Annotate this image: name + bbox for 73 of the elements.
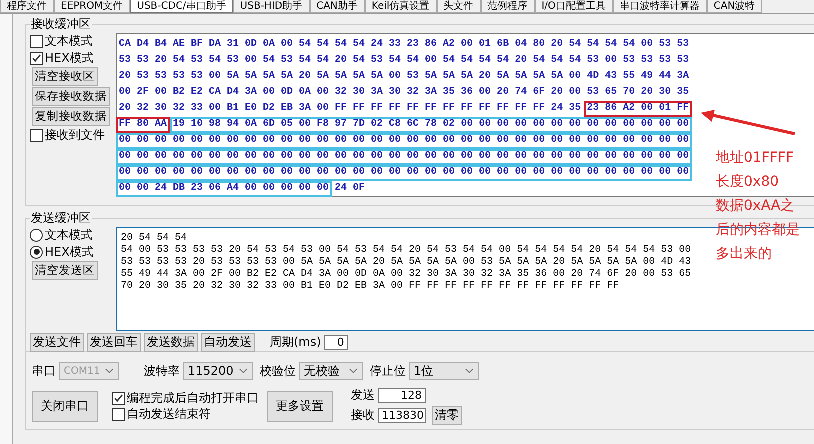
- button[interactable]: 清零: [432, 406, 462, 425]
- radio-button[interactable]: HEX模式: [30, 244, 94, 260]
- hex-data: 23 86 A2 00 01 FF: [584, 101, 692, 117]
- label: 波特率: [144, 362, 180, 380]
- label: 校验位: [260, 362, 296, 380]
- annotation-text: 多出来的: [716, 245, 773, 264]
- label: 发送: [351, 387, 375, 404]
- label: 接收: [351, 407, 375, 424]
- hex-data: FF 80 AA: [116, 117, 170, 133]
- annotation-text: 数据0xAA之: [716, 197, 796, 216]
- button[interactable]: 发送数据: [144, 333, 198, 352]
- button[interactable]: 清空发送区: [32, 261, 98, 280]
- label: 串口: [32, 362, 56, 380]
- check-icon: [113, 392, 124, 404]
- hex-data: 20 53 53 53 53 00 5A 5A 5A 5A 20 5A 5A 5A 5A 00 53 5A 5A 5A 20 5A 5A 5A 5A 00 4D 43 55 49 44 3A: [118, 70, 690, 84]
- button[interactable]: 更多设置: [267, 390, 333, 422]
- hex-data: 00 00 00 00 00 00 00 00 00 00 00 00 00 00 00 00 00 00 00 00 00 00 00 00 00 00 00 00 00 00 00 00: [116, 165, 692, 181]
- checkbox[interactable]: 自动发送结束符: [112, 406, 259, 422]
- checkbox[interactable]: HEX模式: [30, 50, 94, 66]
- radio-button[interactable]: 文本模式: [30, 227, 93, 243]
- annotation-text: 地址01FFFF: [716, 149, 796, 168]
- hex-data: 20 32 30 32 33 00 B1 E0 D2 EB 3A 00 FF FF FF FF FF FF FF FF FF FF FF FF 24 35: [118, 102, 582, 116]
- checkbox[interactable]: 文本模式: [30, 33, 93, 49]
- receive-area[interactable]: [116, 33, 814, 197]
- hex-data: 24 0F: [334, 182, 366, 196]
- tab[interactable]: CAN助手: [310, 0, 365, 13]
- input-field[interactable]: 0: [324, 335, 348, 350]
- tab[interactable]: I/O口配置工具: [534, 0, 613, 13]
- button[interactable]: 保存接收数据: [32, 87, 110, 106]
- hex-data: 53 53 53 53 20 53 53 53 53 00 5A 5A 5A 5A 20 5A 5A 5A 5A 00 53 5A 5A 5A 20 5A 5A 5A 5A 00 4D 43: [121, 257, 692, 269]
- hex-data: 20 54 54 54: [121, 233, 188, 245]
- hex-data: 55 49 44 3A 00 2F 00 B2 E2 CA D4 3A 00 0D 0A 00 32 30 3A 30 32 3A 35 36 00 20 74 6F 20 00 53 65: [121, 269, 692, 281]
- hex-data: 00 00 00 00 00 00 00 00 00 00 00 00 00 00 00 00 00 00 00 00 00 00 00 00 00 00 00 00 00 00 00 00: [116, 149, 692, 165]
- tab[interactable]: EEPROM文件: [54, 0, 130, 13]
- hex-data: 53 53 20 54 53 54 53 00 54 53 54 54 20 54 53 54 54 00 54 54 54 54 20 54 54 54 53 00 53 53 53 53: [118, 54, 690, 68]
- tab[interactable]: CAN波特: [706, 0, 762, 13]
- hex-data: 19 10 98 94 0A 6D 05 00 F8 97 7D 02 C8 6C 78 02 00 00 00 00 00 00 00 00 00 00 00 00 00: [170, 117, 692, 133]
- hex-data: 54 00 53 53 53 53 20 54 53 54 53 00 54 53 54 54 20 54 53 54 54 00 54 54 54 54 20 54 54 54 53 00: [121, 245, 692, 257]
- button[interactable]: 清空接收区: [32, 67, 98, 86]
- annotation-text: 长度0x80: [716, 173, 780, 192]
- button[interactable]: 发送文件: [30, 333, 84, 352]
- close-port-button[interactable]: 关闭串口: [32, 390, 98, 422]
- counter-field: 128: [378, 388, 426, 403]
- hex-data: 00 00 00 00 00 00 00 00 00 00 00 00 00 00 00 00 00 00 00 00 00 00 00 00 00 00 00 00 00 00 00 00: [116, 133, 692, 149]
- group-title: 接收缓冲区: [30, 16, 92, 33]
- button[interactable]: 复制接收数据: [32, 107, 110, 126]
- checkbox[interactable]: 接收到文件: [30, 127, 105, 143]
- counter-field: 113830: [378, 408, 426, 423]
- checkbox[interactable]: 编程完成后自动打开串口: [112, 390, 259, 406]
- hex-data: 70 20 30 35 20 32 30 32 33 00 B1 E0 D2 EB 3A 00 FF FF FF FF FF FF FF FF FF FF FF FF: [121, 281, 620, 293]
- caret-icon: [349, 368, 358, 374]
- label: 停止位: [370, 362, 406, 380]
- dropdown[interactable]: 115200: [183, 362, 253, 380]
- tab[interactable]: USB-HID助手: [233, 0, 310, 13]
- caret-icon: [465, 368, 474, 374]
- button[interactable]: 自动发送: [201, 333, 255, 352]
- button[interactable]: 发送回车: [87, 333, 141, 352]
- tab[interactable]: Keil仿真设置: [364, 0, 437, 13]
- hex-data: CA D4 B4 AE BF DA 31 0D 0A 00 54 54 54 54 24 33 23 86 A2 00 01 6B 04 80 20 54 54 54 54 00 53 53: [118, 38, 690, 52]
- label: 周期(ms): [270, 334, 322, 351]
- caret-icon: [239, 368, 248, 374]
- tab[interactable]: 串口波特率计算器: [612, 0, 707, 13]
- dropdown[interactable]: 无校验: [299, 362, 363, 380]
- tab[interactable]: 程序文件: [0, 0, 54, 13]
- tab[interactable]: 头文件: [436, 0, 481, 13]
- check-icon: [31, 52, 42, 64]
- caret-icon: [105, 368, 114, 374]
- tab[interactable]: USB-CDC/串口助手: [130, 0, 234, 13]
- hex-data: 00 2F 00 B2 E2 CA D4 3A 00 0D 0A 00 32 30 3A 30 32 3A 35 36 00 20 74 6F 20 00 53 65 70 20 30 35: [118, 86, 690, 100]
- hex-data: 00 00 24 DB 23 06 A4 00 00 00 00 00: [116, 181, 332, 197]
- group-title: 发送缓冲区: [30, 210, 92, 227]
- tab[interactable]: 范例程序: [480, 0, 535, 13]
- dropdown[interactable]: 1位: [409, 362, 479, 380]
